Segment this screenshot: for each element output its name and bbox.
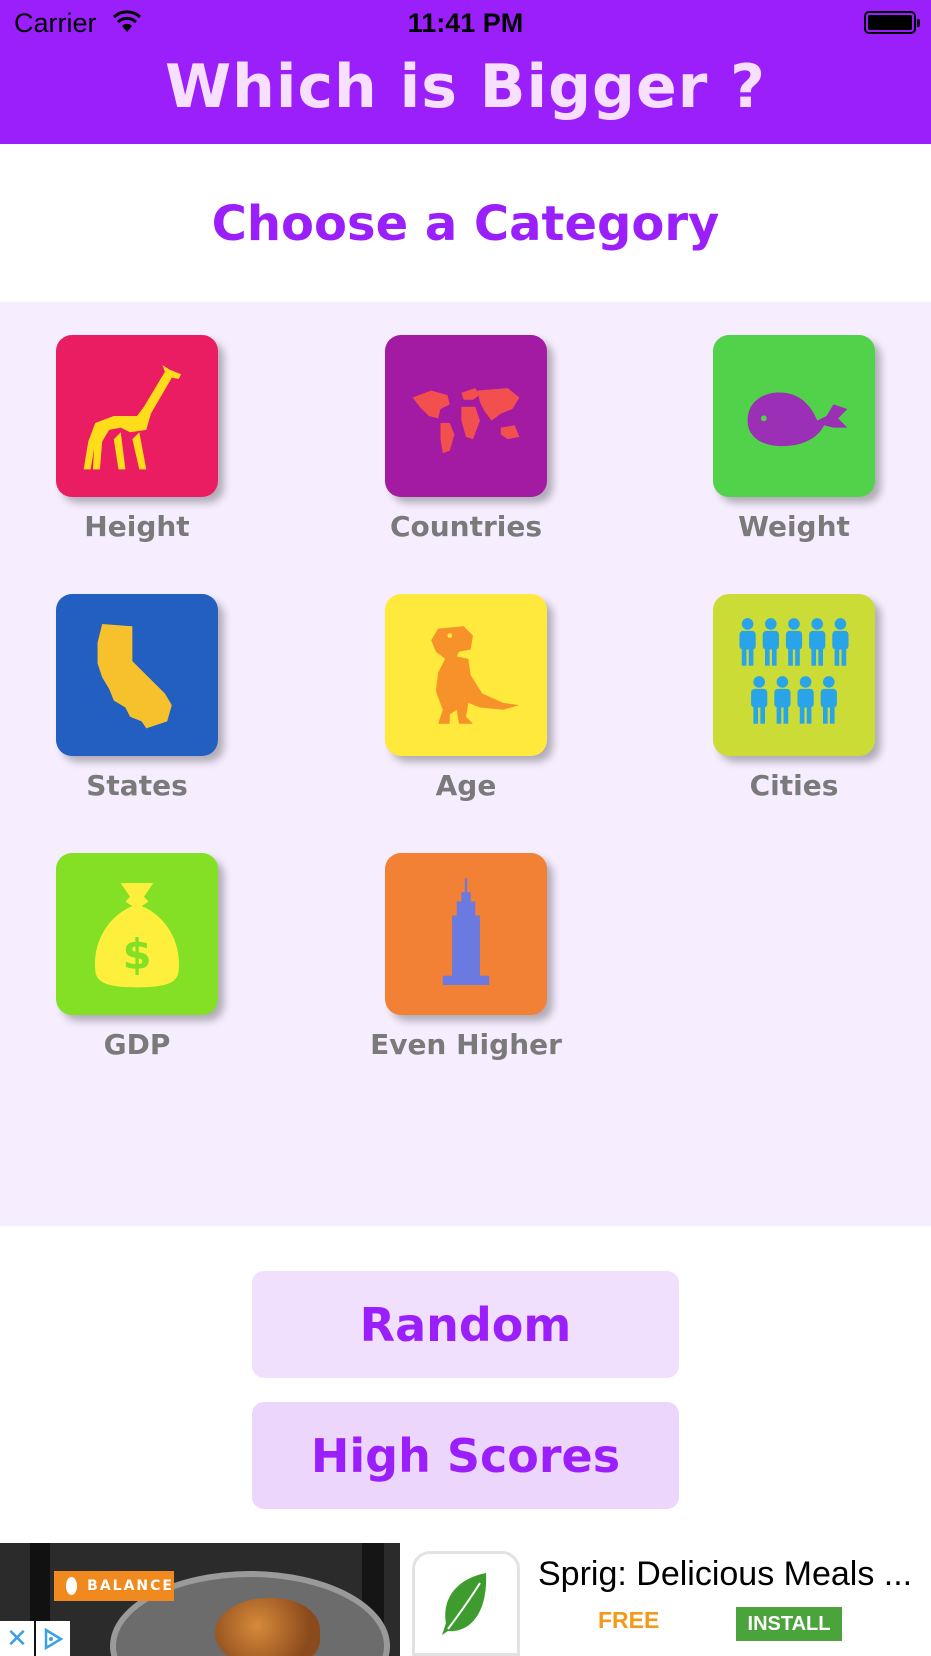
category-weight-tile[interactable] [713, 335, 875, 497]
category-gdp-label: GDP [103, 1028, 171, 1061]
category-countries-tile[interactable] [385, 335, 547, 497]
people-icon [739, 618, 849, 724]
random-button[interactable]: Random [252, 1271, 679, 1378]
ad-choices-icon[interactable] [36, 1621, 70, 1656]
money-bag-icon: $ [95, 882, 179, 988]
dinosaur-icon [431, 626, 520, 724]
category-countries-label: Countries [389, 510, 543, 543]
category-even-higher-tile[interactable] [385, 853, 547, 1015]
ad-brand-tag: BALANCE [54, 1571, 174, 1601]
category-age-label: Age [435, 769, 497, 802]
category-states-tile[interactable] [56, 594, 218, 756]
ad-details[interactable]: Sprig: Delicious Meals ... FREE INSTALL [400, 1543, 931, 1656]
page-subtitle: Choose a Category [211, 196, 720, 252]
whale-icon [747, 392, 848, 447]
ad-install-button[interactable]: INSTALL [736, 1607, 842, 1641]
category-cities-label: Cities [749, 769, 839, 802]
category-cities-tile[interactable] [713, 594, 875, 756]
close-icon[interactable]: ✕ [0, 1621, 34, 1656]
giraffe-icon [83, 364, 182, 470]
category-grid: Height Countries Weight States Age Citie… [0, 302, 931, 1226]
leaf-icon [412, 1551, 520, 1656]
category-states-label: States [86, 769, 188, 802]
skyscraper-icon [442, 878, 490, 986]
category-gdp-tile[interactable]: $ [56, 853, 218, 1015]
ad-app-name: Sprig: Delicious Meals ... [538, 1555, 913, 1593]
world-map-icon [412, 388, 520, 454]
category-weight-label: Weight [738, 510, 850, 543]
svg-text:$: $ [122, 930, 151, 979]
category-height-label: Height [84, 510, 190, 543]
category-even-higher-label: Even Higher [370, 1028, 562, 1061]
category-height-tile[interactable] [56, 335, 218, 497]
app-header: Carrier 11:41 PM Which is Bigger ? [0, 0, 931, 144]
ad-banner[interactable]: BALANCE ✕ Sprig: Delicious Meals ... FRE… [0, 1543, 931, 1656]
category-age-tile[interactable] [385, 594, 547, 756]
app-title: Which is Bigger ? [165, 52, 766, 122]
clock: 11:41 PM [407, 8, 524, 38]
high-scores-button[interactable]: High Scores [252, 1402, 679, 1509]
california-icon [97, 623, 172, 729]
status-bar: Carrier 11:41 PM [0, 0, 931, 46]
ad-price: FREE [598, 1607, 660, 1633]
battery-icon [864, 11, 920, 34]
